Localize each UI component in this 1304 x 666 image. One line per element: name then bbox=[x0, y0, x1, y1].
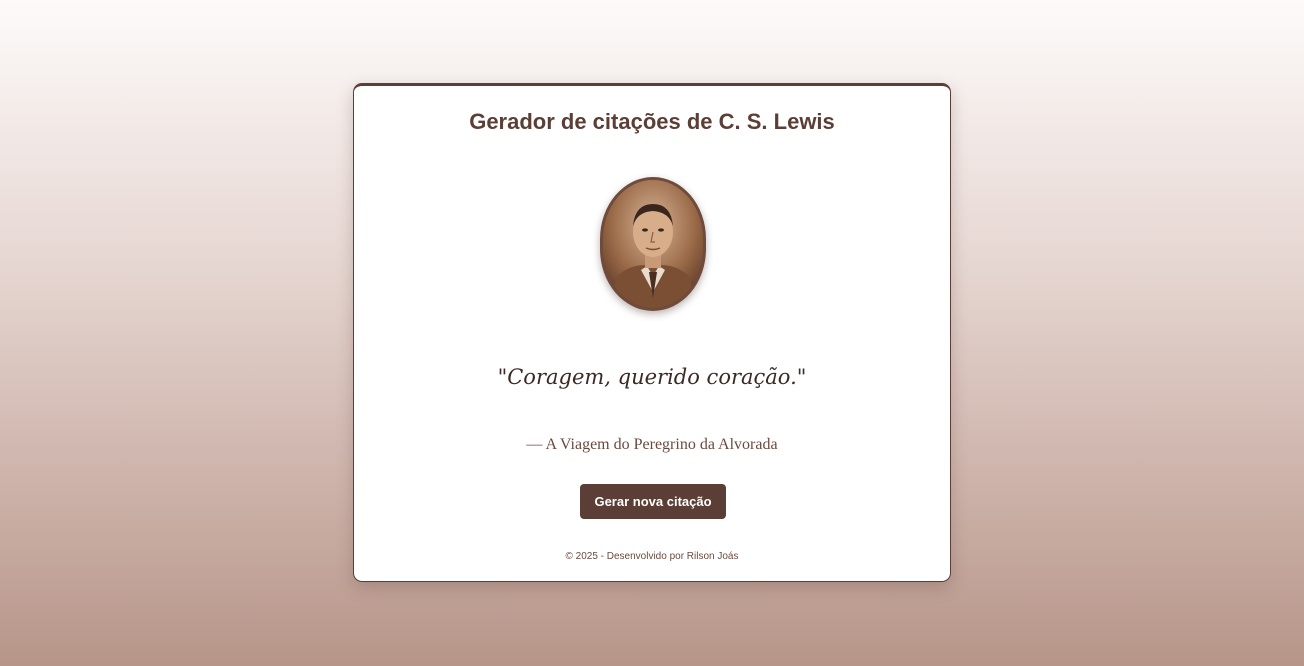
author-portrait bbox=[600, 177, 706, 311]
portrait-image bbox=[603, 180, 703, 308]
quote-source: — A Viagem do Peregrino da Alvorada bbox=[526, 436, 778, 453]
quote-text: "Coragem, querido coração." bbox=[497, 365, 807, 389]
generate-quote-button[interactable]: Gerar nova citação bbox=[580, 484, 726, 519]
quote-card: Gerador de citações de C. S. Lewis "Cora… bbox=[353, 83, 951, 582]
footer-credit: © 2025 - Desenvolvido por Rilson Joás bbox=[565, 551, 739, 562]
page-title: Gerador de citações de C. S. Lewis bbox=[469, 109, 835, 134]
